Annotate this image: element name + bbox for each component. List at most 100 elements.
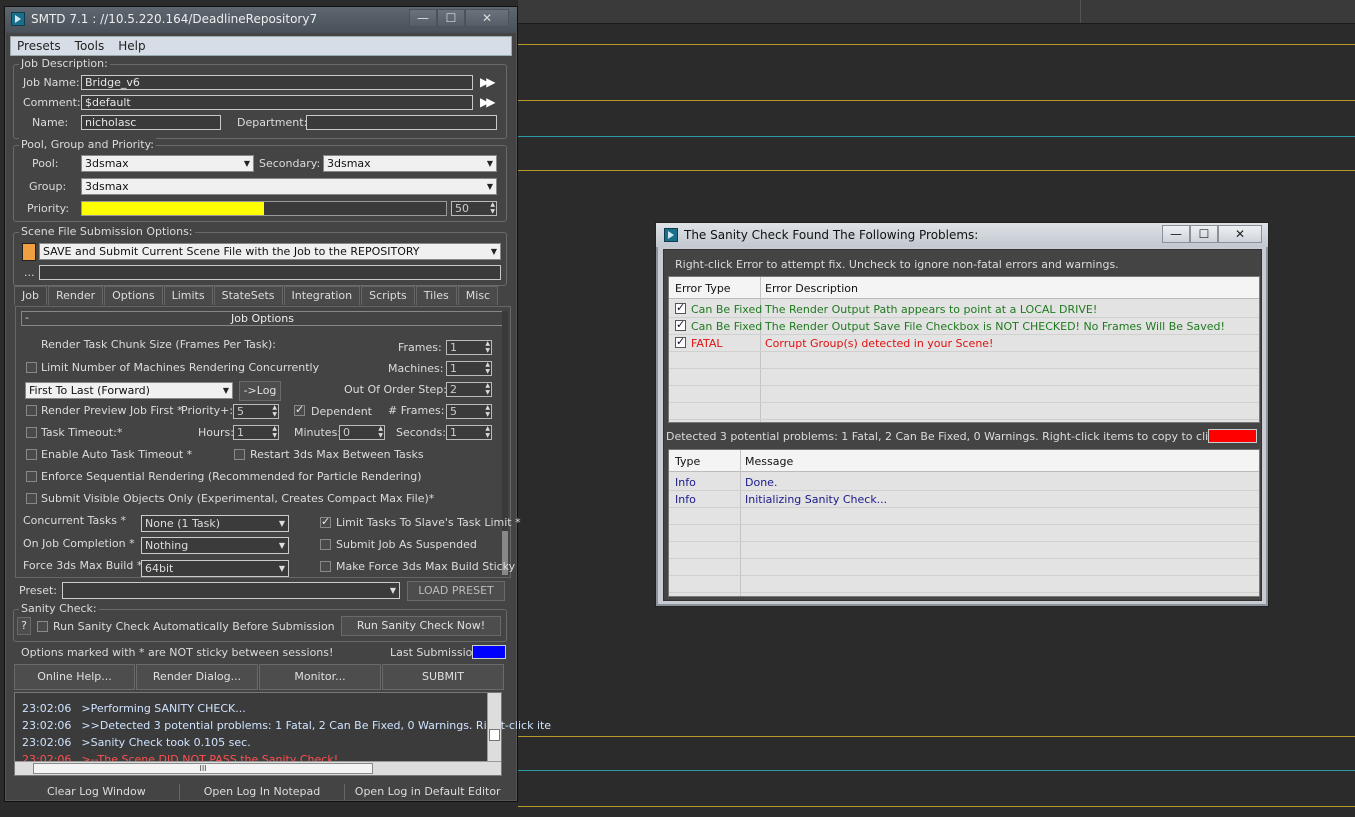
tab-misc[interactable]: Misc <box>457 286 499 305</box>
message-row[interactable]: Info Done. <box>669 474 1259 491</box>
message-row[interactable]: Info Initializing Sanity Check... <box>669 491 1259 508</box>
limit-machines-checkbox[interactable] <box>26 362 37 373</box>
minimize-button[interactable]: — <box>409 9 437 27</box>
restart-max-checkbox[interactable] <box>234 449 245 460</box>
sanity-help-button[interactable]: ? <box>17 617 31 635</box>
tab-tiles[interactable]: Tiles <box>415 286 457 305</box>
secondary-pool-select[interactable]: 3dsmax <box>323 155 497 172</box>
log-order-button[interactable]: ->Log <box>239 381 281 401</box>
error-row[interactable]: FATAL Corrupt Group(s) detected in your … <box>669 335 1259 352</box>
close-button[interactable]: ✕ <box>1218 225 1262 243</box>
limit-slave-checkbox[interactable] <box>320 515 331 528</box>
maximize-button[interactable]: ☐ <box>437 9 465 27</box>
sequential-label: Enforce Sequential Rendering (Recommende… <box>41 470 422 483</box>
num-frames-spinner[interactable]: 5 <box>446 404 492 419</box>
sanity-check-dialog: The Sanity Check Found The Following Pro… <box>655 222 1269 607</box>
job-name-input[interactable]: Bridge_v6 <box>81 75 473 90</box>
load-preset-button[interactable]: LOAD PRESET <box>407 581 505 601</box>
tab-options[interactable]: Options <box>104 286 163 305</box>
minutes-spinner[interactable]: 0 <box>339 425 385 440</box>
smtd-window: SMTD 7.1 : //10.5.220.164/DeadlineReposi… <box>4 6 551 802</box>
error-row-checkbox[interactable] <box>675 318 686 331</box>
tab-scripts[interactable]: Scripts <box>361 286 415 305</box>
sanity-dialog-title-bar[interactable]: The Sanity Check Found The Following Pro… <box>656 223 1268 247</box>
group-label: Group: <box>29 180 67 193</box>
menu-tools[interactable]: Tools <box>75 39 105 53</box>
priority-plus-spinner[interactable]: 5 <box>233 404 279 419</box>
force-build-select[interactable]: 64bit <box>141 560 289 577</box>
render-dialog-button[interactable]: Render Dialog... <box>136 664 258 690</box>
column-type[interactable]: Type <box>675 455 700 468</box>
pool-select[interactable]: 3dsmax <box>81 155 254 172</box>
error-row[interactable]: Can Be Fixed The Render Output Path appe… <box>669 301 1259 318</box>
online-help-button[interactable]: Online Help... <box>14 664 135 690</box>
monitor-button[interactable]: Monitor... <box>259 664 381 690</box>
frames-spinner[interactable]: 1 <box>446 340 492 355</box>
task-timeout-checkbox[interactable] <box>26 427 37 438</box>
smtd-title-bar[interactable]: SMTD 7.1 : //10.5.220.164/DeadlineReposi… <box>5 7 517 33</box>
limit-slave-label: Limit Tasks To Slave's Task Limit * <box>336 516 521 529</box>
tab-job[interactable]: Job <box>14 286 47 305</box>
scroll-thumb-grip[interactable]: III <box>33 763 373 774</box>
auto-timeout-checkbox[interactable] <box>26 449 37 460</box>
build-sticky-checkbox[interactable] <box>320 561 331 572</box>
column-error-type[interactable]: Error Type <box>675 282 731 295</box>
task-order-select[interactable]: First To Last (Forward) <box>25 382 233 399</box>
out-of-order-spinner[interactable]: 2 <box>446 382 492 397</box>
job-options-scrollbar[interactable] <box>502 311 508 575</box>
tab-render[interactable]: Render <box>47 286 104 305</box>
deadline-app-icon <box>11 12 25 26</box>
job-options-rollout-title[interactable]: Job Options <box>21 311 504 326</box>
suspended-checkbox[interactable] <box>320 539 331 550</box>
column-error-description[interactable]: Error Description <box>765 282 858 295</box>
hours-spinner[interactable]: 1 <box>233 425 279 440</box>
menu-presets[interactable]: Presets <box>17 39 61 53</box>
visible-only-checkbox[interactable] <box>26 493 37 504</box>
sequential-checkbox[interactable] <box>26 471 37 482</box>
error-list[interactable]: Error Type Error Description Can Be Fixe… <box>668 276 1260 423</box>
job-completion-select[interactable]: Nothing <box>141 537 289 554</box>
concurrent-tasks-select[interactable]: None (1 Task) <box>141 515 289 532</box>
machines-label: Machines: <box>388 362 444 375</box>
open-log-editor-button[interactable]: Open Log in Default Editor <box>345 784 510 800</box>
tab-integration[interactable]: Integration <box>283 286 361 305</box>
log-vertical-scrollbar[interactable] <box>487 693 501 761</box>
error-row-checkbox[interactable] <box>675 335 686 348</box>
close-button[interactable]: ✕ <box>465 9 509 27</box>
job-name-options-icon[interactable]: ▶▶ <box>480 75 498 90</box>
message-log-list[interactable]: Type Message Info Done. Info Initializin… <box>668 449 1260 597</box>
group-select[interactable]: 3dsmax <box>81 178 497 195</box>
menu-help[interactable]: Help <box>118 39 145 53</box>
preset-select[interactable] <box>62 582 400 599</box>
options-tabs: Job Render Options Limits StateSets Inte… <box>14 286 499 306</box>
clear-log-button[interactable]: Clear Log Window <box>14 784 180 800</box>
scene-file-path-input[interactable] <box>39 265 501 280</box>
priority-slider[interactable] <box>81 201 447 216</box>
tab-limits[interactable]: Limits <box>163 286 213 305</box>
preview-job-checkbox[interactable] <box>26 405 37 416</box>
log-horizontal-scrollbar[interactable]: III <box>15 761 501 775</box>
minimize-button[interactable]: — <box>1162 225 1190 243</box>
column-message[interactable]: Message <box>745 455 793 468</box>
rollout-collapse-icon[interactable]: - <box>25 311 29 324</box>
scene-file-browse-button[interactable]: ... <box>24 266 35 279</box>
error-row-checkbox[interactable] <box>675 301 686 314</box>
log-window[interactable]: 23:02:06 >Performing SANITY CHECK... 23:0… <box>14 692 551 776</box>
open-log-notepad-button[interactable]: Open Log In Notepad <box>180 784 346 800</box>
auto-sanity-checkbox[interactable] <box>37 621 48 632</box>
comment-options-icon[interactable]: ▶▶ <box>480 95 498 110</box>
dependent-checkbox[interactable] <box>294 403 305 416</box>
user-name-input[interactable]: nicholasc <box>81 115 221 130</box>
comment-input[interactable]: $default <box>81 95 473 110</box>
force-build-label: Force 3ds Max Build * <box>23 559 143 572</box>
maximize-button[interactable]: ☐ <box>1190 225 1218 243</box>
seconds-spinner[interactable]: 1 <box>446 425 492 440</box>
machines-spinner[interactable]: 1 <box>446 361 492 376</box>
department-input[interactable] <box>306 115 497 130</box>
scene-file-mode-select[interactable]: SAVE and Submit Current Scene File with … <box>39 243 501 260</box>
submit-button[interactable]: SUBMIT <box>382 664 504 690</box>
priority-spinner[interactable]: 50 <box>451 201 497 216</box>
run-sanity-button[interactable]: Run Sanity Check Now! <box>341 616 501 636</box>
error-row[interactable]: Can Be Fixed The Render Output Save File… <box>669 318 1259 335</box>
tab-statesets[interactable]: StateSets <box>213 286 283 305</box>
